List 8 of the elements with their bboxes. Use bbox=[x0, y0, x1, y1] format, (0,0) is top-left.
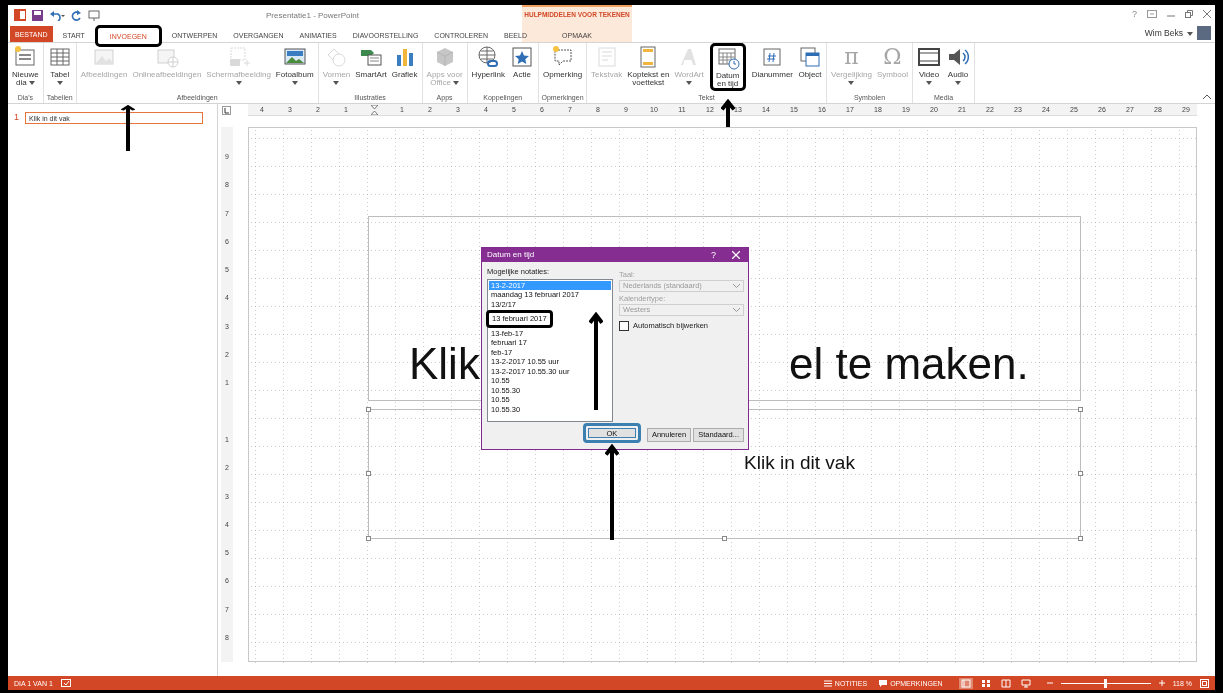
dialog-title: Datum en tijd bbox=[487, 250, 535, 260]
title-text: el te maken. bbox=[789, 339, 1029, 389]
symbol-icon: π bbox=[844, 45, 859, 69]
subtitle-text: Klik in dit vak bbox=[744, 452, 855, 474]
slide-number: 1 bbox=[13, 112, 20, 122]
title-text: Klik bbox=[409, 339, 480, 389]
window-title: Presentatie1 - PowerPoint bbox=[266, 10, 359, 20]
symbol-icon: Ω bbox=[883, 45, 902, 69]
